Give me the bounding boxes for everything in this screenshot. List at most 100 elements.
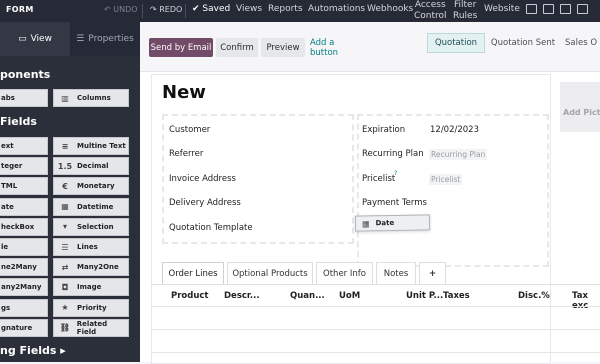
field-referrer[interactable]: Referrer (169, 149, 203, 159)
form-group-left: Customer Referrer Invoice Address Delive… (162, 114, 354, 244)
tab-notes[interactable]: Notes (376, 262, 416, 284)
close-icon[interactable] (577, 4, 588, 14)
field-tile-right[interactable]: ◘ Image (53, 278, 129, 297)
kanban-view-icon[interactable] (560, 4, 571, 14)
add-button-link[interactable]: Add a button (310, 38, 364, 58)
tab-order-lines[interactable]: Order Lines (162, 262, 224, 284)
field-expiration[interactable]: Expiration (362, 125, 405, 135)
field-tile-left[interactable]: gs (0, 298, 48, 317)
column-uom[interactable]: UoM (339, 291, 360, 301)
field-tile-left[interactable]: gnature (0, 318, 48, 337)
field-tile-left[interactable]: heckBox (0, 217, 48, 236)
menu-website[interactable]: Website (484, 4, 520, 14)
component-tabs[interactable]: abs (0, 89, 48, 107)
form-editor: Send by Email Confirm Preview Add a butt… (140, 22, 600, 364)
column-taxes[interactable]: Taxes (443, 291, 470, 301)
column-unit-price[interactable]: Unit P... (406, 291, 443, 301)
field-tile-right[interactable]: ⛓ Related Field (53, 318, 129, 337)
view-icon: ▭ (18, 34, 27, 44)
field-tile-right[interactable]: ▦ Datetime (53, 197, 129, 216)
add-tab-button[interactable]: + (419, 262, 446, 284)
separator (142, 4, 143, 18)
field-type-icon: ⇄ (61, 262, 69, 272)
table-header-line (151, 306, 600, 307)
tab-properties[interactable]: ☰ Properties (70, 22, 140, 56)
field-tile-right[interactable]: ★ Priority (53, 298, 129, 317)
menu-reports[interactable]: Reports (268, 4, 303, 14)
field-tile-left[interactable]: ext (0, 137, 48, 155)
field-tile-left[interactable]: teger (0, 157, 48, 176)
field-recurring-plan[interactable]: Recurring Plan (362, 149, 424, 159)
field-type-icon: ◘ (61, 282, 69, 292)
field-tile-left[interactable]: ate (0, 197, 48, 216)
pricelist-input[interactable]: Pricelist (429, 174, 463, 185)
field-tile-right[interactable]: ⇄ Many2One (53, 258, 129, 277)
sidebar-tabs: ▭ View ☰ Properties (0, 22, 140, 56)
studio-topbar: FORM ↶ UNDO ↷ REDO ✔ Saved Views Reports… (0, 0, 600, 22)
field-tile-right[interactable]: € Monetary (53, 177, 129, 196)
expiration-value[interactable]: 12/02/2023 (430, 125, 479, 135)
field-quotation-template[interactable]: Quotation Template (169, 223, 253, 233)
field-tile-right[interactable]: ☰ Lines (53, 238, 129, 256)
redo-button[interactable]: ↷ REDO (150, 5, 182, 14)
tab-other-info[interactable]: Other Info (316, 262, 373, 284)
menu-automations[interactable]: Automations (308, 4, 365, 14)
field-tile-right[interactable]: 1.5 Decimal (53, 157, 129, 176)
field-invoice-address[interactable]: Invoice Address (169, 174, 236, 184)
column-discount[interactable]: Disc.% (518, 291, 550, 301)
components-heading: ponents (0, 68, 51, 81)
columns-icon: ▥ (61, 93, 69, 103)
field-tile-left[interactable]: ne2Many (0, 258, 48, 277)
form-view-icon[interactable] (526, 4, 537, 14)
preview-button[interactable]: Preview (261, 38, 305, 57)
tab-divider (151, 284, 600, 285)
menu-access-control[interactable]: Access Control (414, 0, 447, 22)
component-columns[interactable]: ▥ Columns (53, 89, 129, 107)
list-view-icon[interactable] (543, 4, 554, 14)
existing-fields-heading[interactable]: ng Fields ▸ (0, 344, 66, 357)
tab-optional-products[interactable]: Optional Products (227, 262, 313, 284)
form-group-right: Expiration 12/02/2023 Recurring Plan Rec… (357, 114, 549, 267)
status-sales-order[interactable]: Sales O (565, 33, 600, 53)
field-type-icon: ▾ (62, 222, 67, 232)
field-tile-left[interactable]: le (0, 238, 48, 256)
confirm-button[interactable]: Confirm (216, 38, 258, 57)
undo-button[interactable]: ↶ UNDO (104, 5, 138, 14)
column-tax-excluded[interactable]: Tax exc (572, 291, 600, 311)
separator (185, 4, 186, 18)
dragged-field-date[interactable]: ▦ Date (354, 214, 431, 232)
field-type-icon: ⛓ (59, 323, 70, 333)
view-switcher (526, 4, 588, 14)
record-title[interactable]: New (162, 82, 206, 103)
table-row-line (151, 329, 600, 330)
field-type-icon: € (62, 181, 68, 191)
properties-icon: ☰ (76, 34, 85, 44)
tab-view[interactable]: ▭ View (0, 22, 70, 56)
add-picture-placeholder[interactable]: Add Pictu (560, 82, 600, 132)
studio-sidebar: ▭ View ☰ Properties ponents abs ▥ Columns… (0, 22, 140, 362)
recurring-plan-input[interactable]: Recurring Plan (429, 149, 488, 160)
menu-filter-rules[interactable]: Filter Rules (453, 0, 477, 22)
field-pricelist[interactable]: Pricelist (362, 174, 395, 184)
field-customer[interactable]: Customer (169, 125, 210, 135)
menu-views[interactable]: Views (236, 4, 262, 14)
help-tooltip-icon[interactable]: ? (394, 170, 397, 177)
saved-indicator: ✔ Saved (192, 4, 231, 14)
field-tile-right[interactable]: ▾ Selection (53, 217, 129, 236)
column-product[interactable]: Product (171, 291, 209, 301)
field-delivery-address[interactable]: Delivery Address (169, 198, 241, 208)
column-quantity[interactable]: Quan... (290, 291, 325, 301)
calendar-icon: ▦ (361, 218, 370, 229)
field-tile-left[interactable]: TML (0, 177, 48, 196)
column-description[interactable]: Descr... (224, 291, 260, 301)
send-by-email-button[interactable]: Send by Email (149, 38, 213, 57)
field-type-icon: ☰ (61, 242, 69, 252)
field-tile-left[interactable]: any2Many (0, 278, 48, 297)
status-quotation[interactable]: Quotation (427, 33, 485, 53)
field-tile-right[interactable]: ≡ Multine Text (53, 137, 129, 155)
menu-webhooks[interactable]: Webhooks (367, 4, 413, 14)
form-title: FORM (6, 5, 34, 14)
status-quotation-sent[interactable]: Quotation Sent (489, 33, 557, 53)
field-type-icon: 1.5 (57, 161, 73, 171)
field-payment-terms[interactable]: Payment Terms (362, 198, 427, 208)
